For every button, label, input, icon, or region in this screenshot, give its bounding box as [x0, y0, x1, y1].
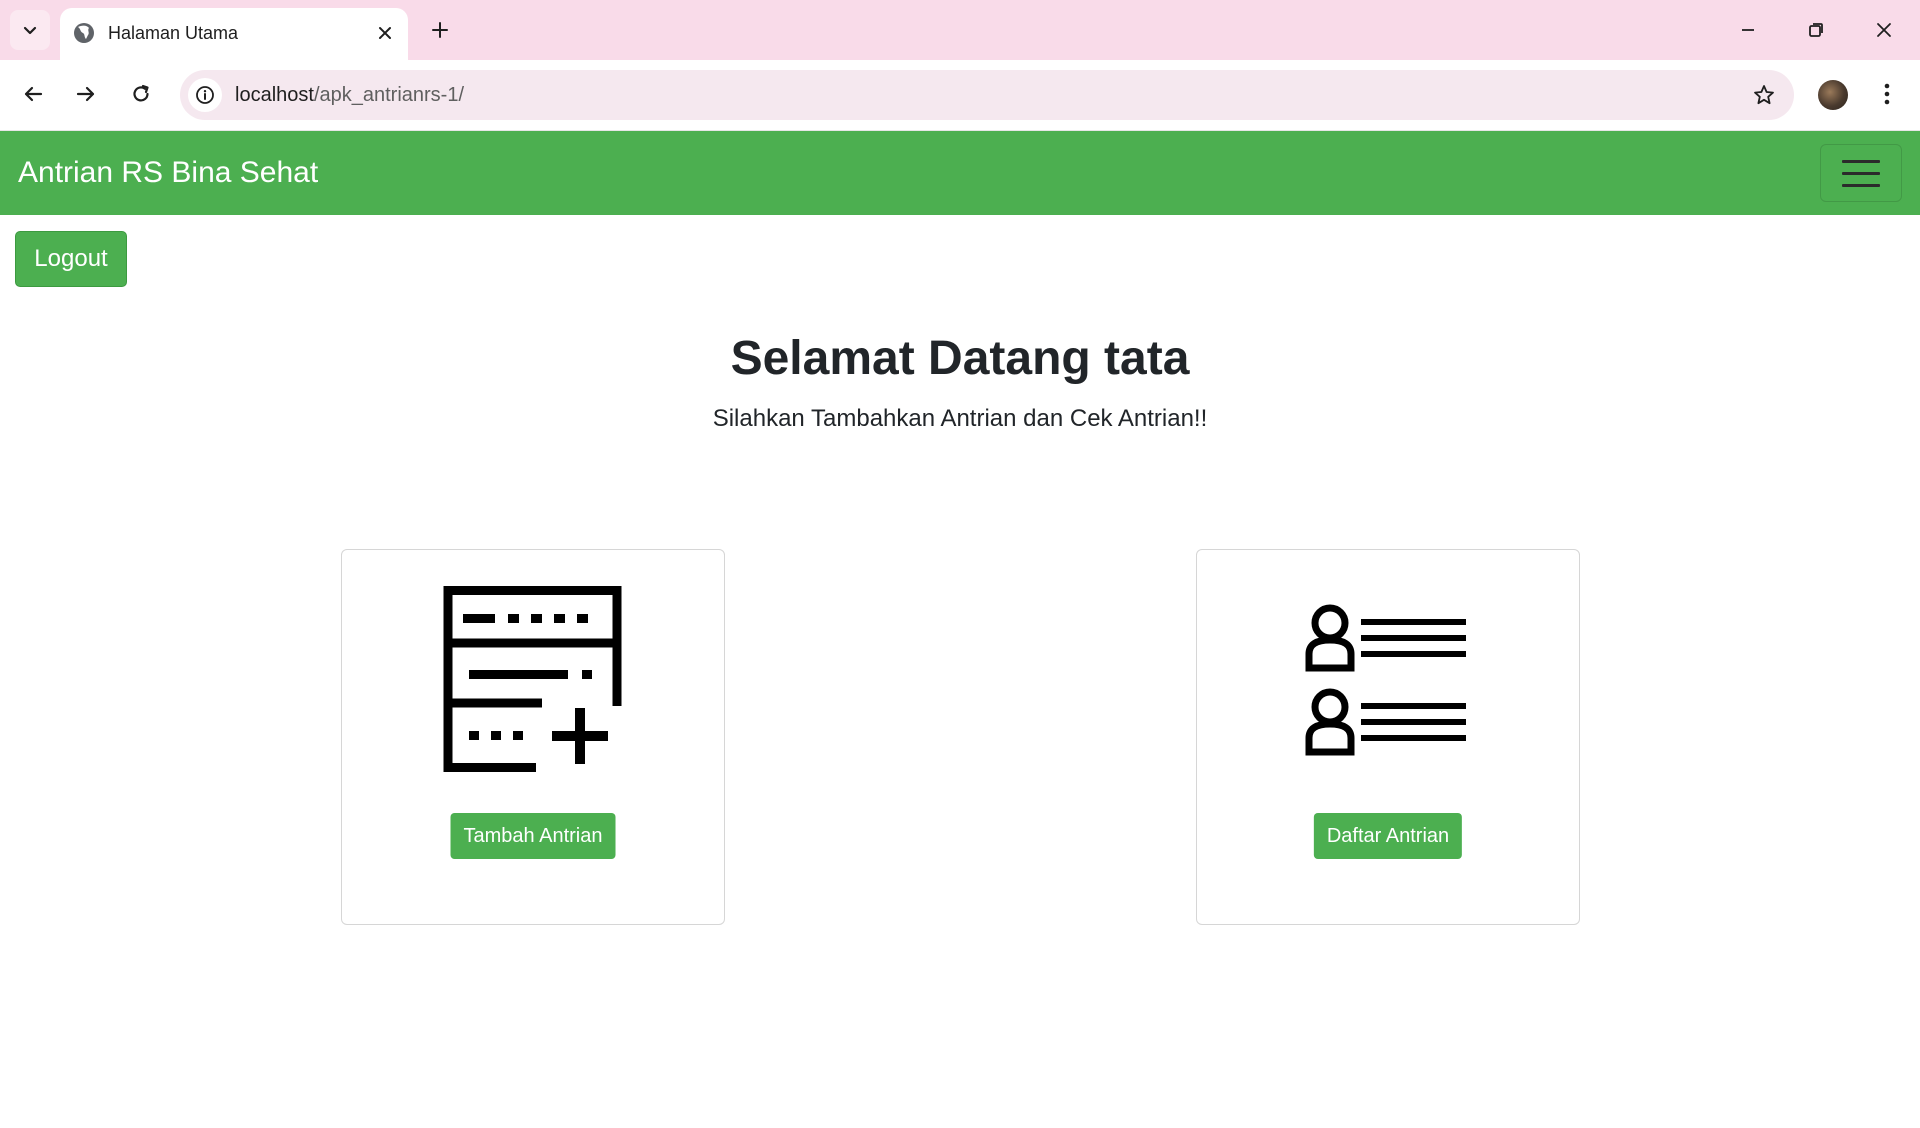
info-icon [196, 86, 214, 104]
minimize-button[interactable] [1726, 10, 1770, 50]
card-daftar-antrian: Daftar Antrian [1196, 549, 1580, 925]
logout-button[interactable]: Logout [15, 231, 127, 287]
arrow-left-icon [24, 86, 43, 102]
url-path: /apk_antrianrs-1/ [313, 84, 465, 106]
queue-form-add-icon [443, 586, 622, 772]
forward-button[interactable] [64, 72, 108, 116]
new-tab-button[interactable] [424, 14, 456, 46]
hamburger-line [1842, 159, 1880, 163]
card-tambah-antrian: Tambah Antrian [341, 549, 725, 925]
reload-button[interactable] [119, 72, 163, 116]
back-button[interactable] [11, 72, 55, 116]
chevron-down-icon [23, 26, 37, 35]
browser-toolbar: localhost/apk_antrianrs-1/ [0, 60, 1920, 131]
daftar-antrian-button[interactable]: Daftar Antrian [1313, 813, 1463, 859]
browser-menu-button[interactable] [1872, 74, 1902, 114]
navbar-toggler-button[interactable] [1820, 144, 1902, 202]
user-list-icon [1305, 604, 1466, 756]
url-host: localhost [235, 84, 314, 106]
window-close-button[interactable] [1862, 10, 1906, 50]
restore-button[interactable] [1794, 10, 1838, 50]
hamburger-line [1842, 171, 1880, 175]
navbar-brand[interactable]: Antrian RS Bina Sehat [18, 155, 318, 191]
minimize-icon [1742, 29, 1754, 31]
address-bar[interactable]: localhost/apk_antrianrs-1/ [180, 70, 1794, 120]
arrow-right-icon [76, 86, 95, 102]
restore-icon [1809, 23, 1823, 37]
profile-avatar[interactable] [1818, 80, 1848, 110]
browser-tab-bar: Halaman Utama [0, 0, 1920, 60]
tab-search-button[interactable] [10, 10, 50, 50]
tab-close-button[interactable] [372, 20, 398, 46]
more-vertical-icon [1884, 83, 1890, 105]
site-navbar: Antrian RS Bina Sehat [0, 131, 1920, 215]
page-content: Antrian RS Bina Sehat Logout Selamat Dat… [0, 131, 1920, 1128]
site-info-button[interactable] [188, 78, 222, 112]
tambah-antrian-button[interactable]: Tambah Antrian [450, 813, 616, 859]
hamburger-line [1842, 183, 1880, 187]
close-icon [1877, 23, 1891, 37]
star-icon [1754, 85, 1774, 105]
welcome-subtitle: Silahkan Tambahkan Antrian dan Cek Antri… [712, 405, 1208, 432]
tab-title: Halaman Utama [108, 23, 239, 43]
bookmark-button[interactable] [1750, 81, 1778, 109]
globe-icon [74, 23, 94, 43]
browser-tab-active[interactable]: Halaman Utama [60, 8, 408, 60]
welcome-title: Selamat Datang tata [730, 332, 1190, 385]
plus-icon [432, 22, 448, 38]
url-text: localhost/apk_antrianrs-1/ [235, 83, 464, 107]
reload-icon [133, 84, 149, 102]
close-icon [379, 27, 391, 39]
